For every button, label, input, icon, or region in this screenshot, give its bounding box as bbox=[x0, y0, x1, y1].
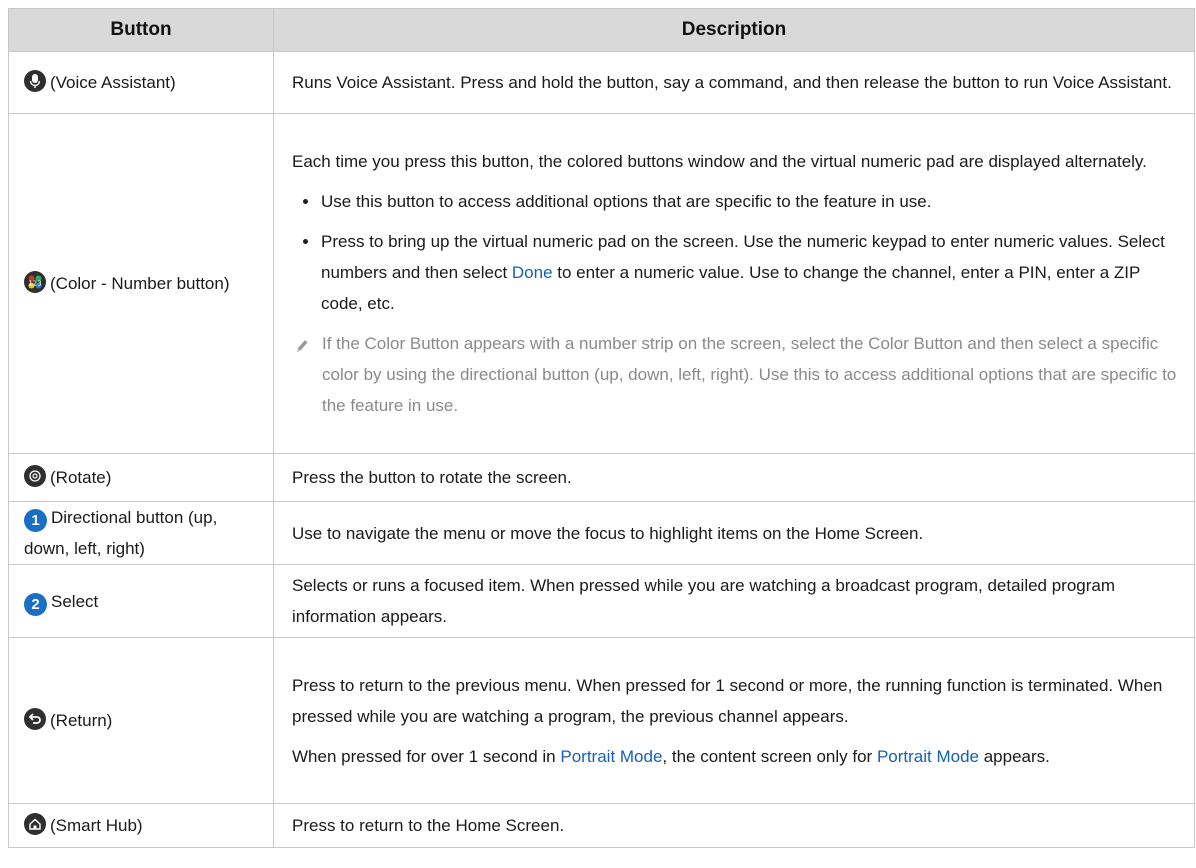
button-label: (Smart Hub) bbox=[50, 816, 143, 835]
button-cell: 123 (Color - Number button) bbox=[8, 113, 274, 454]
description-text: When pressed for over 1 second in Portra… bbox=[292, 741, 1184, 772]
note: If the Color Button appears with a numbe… bbox=[292, 328, 1184, 421]
description-cell: Press to return to the Home Screen. bbox=[273, 803, 1195, 848]
table-row: (Return) Press to return to the previous… bbox=[8, 637, 1195, 804]
portrait-mode-link[interactable]: Portrait Mode bbox=[560, 747, 662, 766]
table-row: 123 (Color - Number button) Each time yo… bbox=[8, 113, 1195, 454]
button-label: (Return) bbox=[50, 711, 113, 730]
description-text: Each time you press this button, the col… bbox=[292, 152, 1147, 171]
table-row: 1 Directional button (up, down, left, rig… bbox=[8, 501, 1195, 565]
button-label: (Color - Number button) bbox=[50, 274, 230, 293]
description-cell: Press the button to rotate the screen. bbox=[273, 453, 1195, 502]
rotate-icon bbox=[24, 465, 46, 487]
table-row: 2 Select Selects or runs a focused item. … bbox=[8, 564, 1195, 638]
bullet-list: Use this button to access additional opt… bbox=[292, 186, 1184, 319]
text-span: When pressed for over 1 second in bbox=[292, 746, 561, 766]
number-1-icon: 1 bbox=[24, 509, 47, 532]
button-cell: 2 Select bbox=[8, 564, 274, 638]
description-cell: Selects or runs a focused item. When pre… bbox=[273, 564, 1195, 638]
done-link[interactable]: Done bbox=[512, 263, 553, 282]
description-text: Runs Voice Assistant. Press and hold the… bbox=[292, 73, 1172, 92]
button-cell: (Smart Hub) bbox=[8, 803, 274, 848]
description-cell: Press to return to the previous menu. Wh… bbox=[273, 637, 1195, 804]
table-row: (Smart Hub) Press to return to the Home … bbox=[8, 803, 1195, 848]
description-text: Selects or runs a focused item. When pre… bbox=[292, 576, 1116, 626]
portrait-mode-link[interactable]: Portrait Mode bbox=[877, 747, 979, 766]
button-label: (Rotate) bbox=[50, 468, 112, 487]
text-span: appears. bbox=[978, 746, 1050, 766]
number-2-icon: 2 bbox=[24, 592, 47, 616]
button-label: (Voice Assistant) bbox=[50, 73, 176, 92]
color-number-icon: 123 bbox=[24, 271, 46, 293]
header-button: Button bbox=[8, 8, 274, 52]
microphone-icon bbox=[24, 70, 46, 92]
button-cell: (Return) bbox=[8, 637, 274, 804]
bullet-item: Press to bring up the virtual numeric pa… bbox=[292, 226, 1184, 319]
button-cell: (Voice Assistant) bbox=[8, 51, 274, 114]
remote-buttons-table: Button Description (Voice Assistant) Run… bbox=[8, 8, 1195, 848]
description-cell: Runs Voice Assistant. Press and hold the… bbox=[273, 51, 1195, 114]
table-row: (Rotate) Press the button to rotate the … bbox=[8, 453, 1195, 502]
description-cell: Each time you press this button, the col… bbox=[273, 113, 1195, 454]
home-icon bbox=[24, 813, 46, 835]
table-row: (Voice Assistant) Runs Voice Assistant. … bbox=[8, 51, 1195, 114]
table-header-row: Button Description bbox=[8, 8, 1195, 52]
description-text: Press the button to rotate the screen. bbox=[292, 468, 572, 487]
svg-text:123: 123 bbox=[28, 280, 41, 288]
header-description: Description bbox=[273, 8, 1195, 52]
description-text: Use to navigate the menu or move the foc… bbox=[292, 523, 924, 543]
button-cell: 1 Directional button (up, down, left, rig… bbox=[8, 501, 274, 565]
description-text: Press to return to the Home Screen. bbox=[292, 816, 565, 835]
description-text: Press to return to the previous menu. Wh… bbox=[292, 675, 1163, 726]
button-label: Select bbox=[51, 591, 99, 611]
pencil-icon bbox=[294, 334, 310, 365]
text-span: , the content screen only for bbox=[662, 746, 877, 766]
return-icon bbox=[24, 708, 46, 730]
button-label: Directional button (up, down, left, righ… bbox=[24, 508, 218, 558]
note-text: If the Color Button appears with a numbe… bbox=[322, 334, 1177, 415]
button-cell: (Rotate) bbox=[8, 453, 274, 502]
description-cell: Use to navigate the menu or move the foc… bbox=[273, 501, 1195, 565]
remote-buttons-table-container: Button Description (Voice Assistant) Run… bbox=[8, 8, 1195, 848]
bullet-item: Use this button to access additional opt… bbox=[292, 186, 1184, 217]
